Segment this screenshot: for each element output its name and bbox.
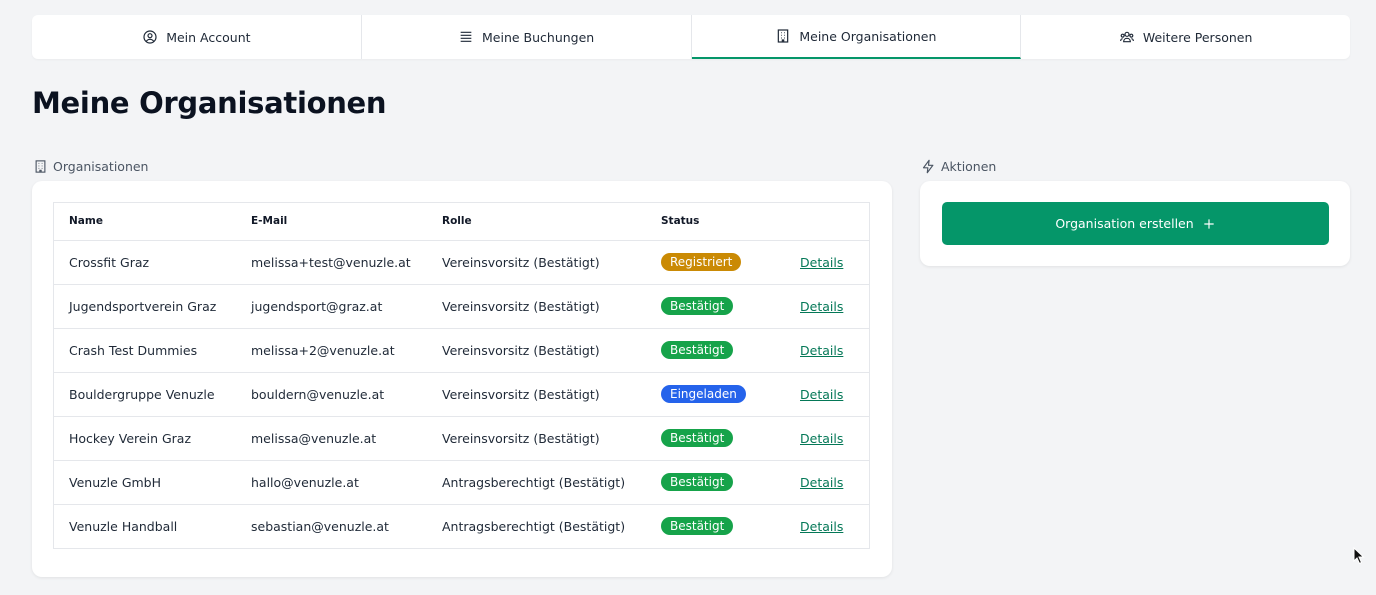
- details-link[interactable]: Details: [800, 299, 843, 314]
- status-badge: Bestätigt: [661, 341, 734, 359]
- status-badge: Bestätigt: [661, 429, 734, 447]
- status-badge: Bestätigt: [661, 297, 734, 315]
- org-role-cell: Antragsberechtigt (Bestätigt): [442, 518, 626, 534]
- tab-meine-buchungen[interactable]: Meine Buchungen: [362, 15, 692, 59]
- org-role-cell: Vereinsvorsitz (Bestätigt): [427, 328, 646, 373]
- org-name-cell: Jugendsportverein Graz: [54, 284, 236, 329]
- org-action-cell: Details: [785, 504, 869, 548]
- org-action-cell: Details: [785, 460, 869, 505]
- org-status-cell: Eingeladen: [646, 372, 785, 417]
- org-action-cell: Details: [785, 284, 869, 329]
- organisationen-card: Name E-Mail Rolle Status Crossfit Graz me…: [32, 181, 892, 577]
- mouse-cursor-icon: [1353, 547, 1365, 565]
- org-role-cell: Vereinsvorsitz (Bestätigt): [427, 284, 646, 329]
- organisationen-table-wrapper: Name E-Mail Rolle Status Crossfit Graz me…: [53, 202, 870, 549]
- org-email-cell: melissa+test@venuzle.at: [236, 240, 427, 285]
- tab-label: Mein Account: [166, 29, 251, 45]
- org-email-cell: melissa+2@venuzle.at: [236, 328, 427, 373]
- table-row: Jugendsportverein Graz jugendsport@graz.a…: [54, 284, 869, 329]
- building-icon: [35, 160, 46, 173]
- table-header-row: Name E-Mail Rolle Status: [54, 203, 869, 241]
- building-icon: [778, 29, 789, 43]
- status-badge: Bestätigt: [661, 473, 734, 491]
- column-header-email: E-Mail: [236, 203, 427, 241]
- table-row: Crash Test Dummies melissa+2@venuzle.at Ve…: [54, 328, 869, 373]
- org-name-cell: Crossfit Graz: [54, 240, 236, 285]
- page-title: Meine Organisationen: [32, 86, 387, 120]
- details-link[interactable]: Details: [800, 519, 843, 534]
- status-badge: Registriert: [661, 253, 742, 271]
- org-role-cell: Vereinsvorsitz (Bestätigt): [427, 372, 646, 417]
- org-name-cell: Bouldergruppe Venuzle: [54, 372, 236, 417]
- plus-icon: [1204, 218, 1214, 229]
- org-email-cell: jugendsport@graz.at: [236, 284, 427, 329]
- org-name-cell: Hockey Verein Graz: [54, 416, 236, 461]
- column-header-status: Status: [646, 203, 785, 241]
- org-action-cell: Details: [785, 328, 869, 373]
- status-badge: Eingeladen: [661, 385, 746, 403]
- org-status-cell: Bestätigt: [646, 504, 785, 548]
- org-status-cell: Bestätigt: [646, 284, 785, 329]
- user-circle-icon: [143, 30, 157, 44]
- tab-label: Meine Organisationen: [799, 28, 937, 44]
- lightning-icon: [922, 159, 934, 174]
- org-role-cell: Vereinsvorsitz (Bestätigt): [427, 416, 646, 461]
- table-row: Crossfit Graz melissa+test@venuzle.at Vere…: [54, 240, 869, 285]
- org-name-cell: Venuzle GmbH: [54, 460, 236, 505]
- tab-mein-account[interactable]: Mein Account: [32, 15, 362, 59]
- tab-label: Meine Buchungen: [482, 29, 595, 45]
- org-role-cell: Vereinsvorsitz (Bestätigt): [427, 240, 646, 285]
- users-icon: [1119, 31, 1134, 43]
- account-tabs: Mein Account Meine Buchungen Meine Organ…: [32, 15, 1350, 59]
- details-link[interactable]: Details: [800, 255, 843, 270]
- table-row: Venuzle GmbH hallo@venuzle.at Antragsberec…: [54, 460, 869, 505]
- details-link[interactable]: Details: [800, 343, 843, 358]
- details-link[interactable]: Details: [800, 431, 843, 446]
- details-link[interactable]: Details: [800, 387, 843, 402]
- tab-label: Weitere Personen: [1142, 29, 1253, 45]
- create-organisation-button[interactable]: Organisation erstellen: [942, 202, 1329, 245]
- column-header-rolle: Rolle: [427, 203, 646, 241]
- org-status-cell: Bestätigt: [646, 460, 785, 505]
- org-email-cell: bouldern@venuzle.at: [236, 372, 427, 417]
- org-action-cell: Details: [785, 372, 869, 417]
- details-link[interactable]: Details: [800, 475, 843, 490]
- organisationen-table: Name E-Mail Rolle Status Crossfit Graz me…: [54, 203, 869, 548]
- org-action-cell: Details: [785, 240, 869, 285]
- organisationen-section-label: Organisationen: [33, 159, 148, 174]
- create-organisation-label: Organisation erstellen: [1055, 216, 1194, 231]
- section-title: Organisationen: [53, 159, 149, 174]
- org-name-cell: Venuzle Handball: [69, 518, 178, 534]
- org-action-cell: Details: [785, 416, 869, 461]
- column-header-name: Name: [54, 203, 236, 241]
- org-status-cell: Registriert: [646, 240, 785, 285]
- aktionen-card: Organisation erstellen: [920, 181, 1350, 266]
- org-email-cell: hallo@venuzle.at: [236, 460, 427, 505]
- table-row: Hockey Verein Graz melissa@venuzle.at Vere…: [54, 416, 869, 461]
- org-status-cell: Bestätigt: [646, 328, 785, 373]
- status-badge: Bestätigt: [661, 517, 734, 536]
- table-row: Bouldergruppe Venuzle bouldern@venuzle.at…: [54, 372, 869, 417]
- section-title: Aktionen: [941, 159, 997, 174]
- table-row: Venuzle Handball sebastian@venuzle.at Antr…: [54, 504, 869, 548]
- org-role-cell: Antragsberechtigt (Bestätigt): [427, 460, 646, 505]
- org-email-cell: melissa@venuzle.at: [236, 416, 427, 461]
- org-name-cell: Crash Test Dummies: [54, 328, 236, 373]
- org-status-cell: Bestätigt: [646, 416, 785, 461]
- tab-meine-organisationen[interactable]: Meine Organisationen: [691, 15, 1022, 59]
- aktionen-section-label: Aktionen: [921, 159, 996, 174]
- org-email-cell: sebastian@venuzle.at: [251, 518, 389, 534]
- tab-weitere-personen[interactable]: Weitere Personen: [1021, 15, 1350, 59]
- column-header-actions: [785, 203, 869, 241]
- list-icon: [460, 31, 472, 42]
